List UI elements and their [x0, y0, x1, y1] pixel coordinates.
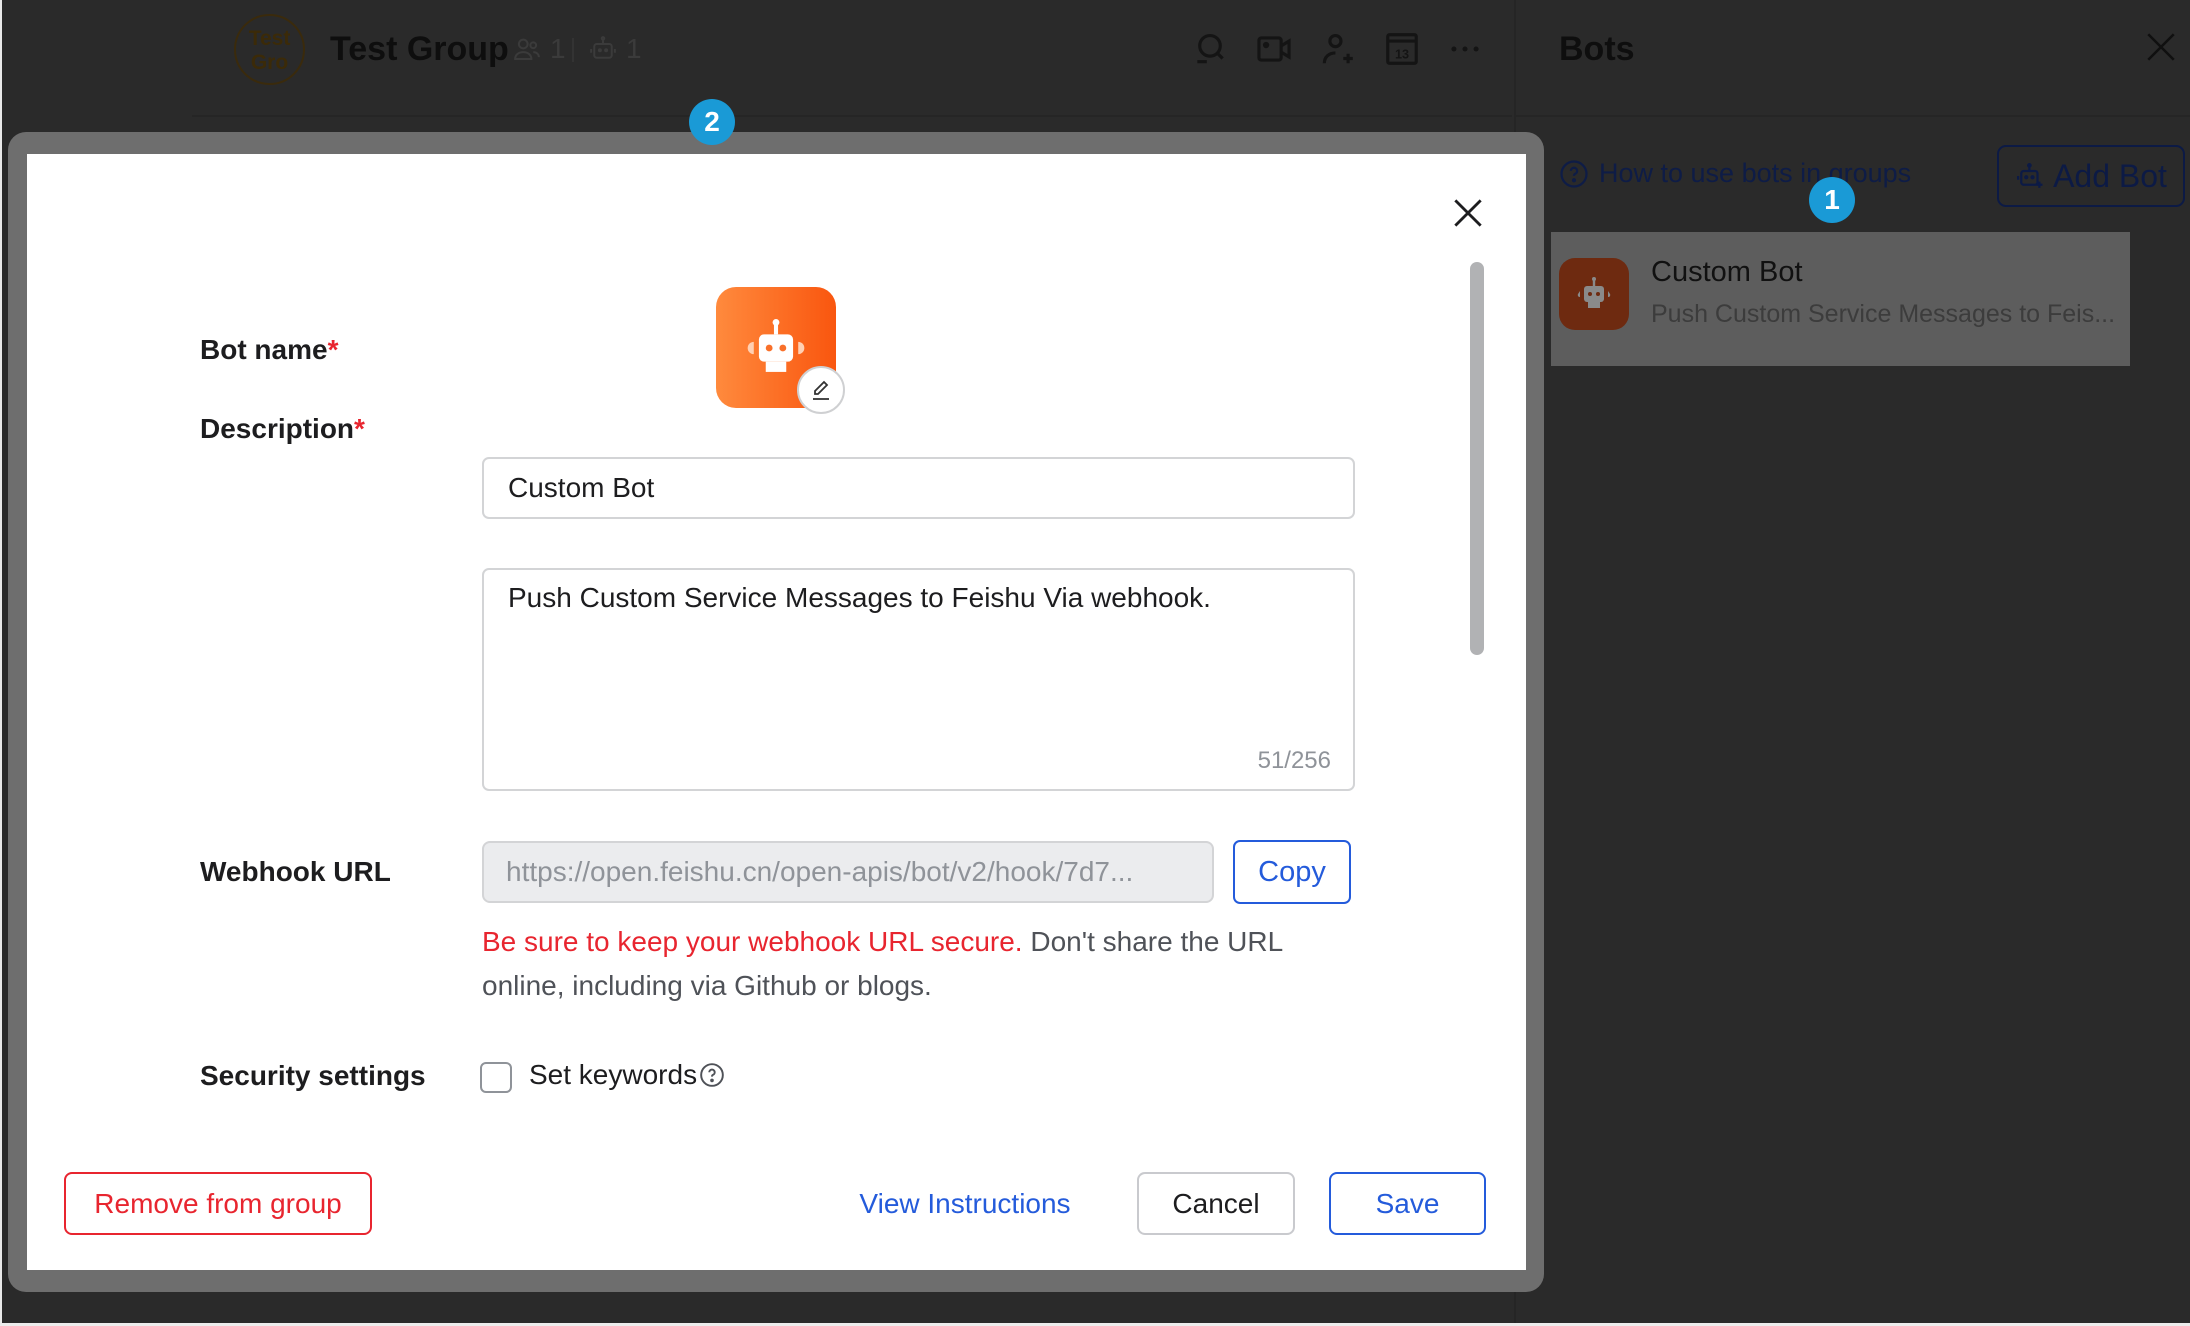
character-counter: 51/256 — [1257, 747, 1331, 774]
add-bot-button[interactable]: Add Bot — [1997, 145, 2185, 207]
group-title[interactable]: Test Group — [330, 30, 509, 69]
help-link[interactable]: How to use bots in groups — [1559, 158, 1911, 189]
description-textarea[interactable]: Push Custom Service Messages to Feishu V… — [482, 568, 1355, 791]
group-avatar[interactable]: Test Gro — [234, 14, 305, 85]
save-button[interactable]: Save — [1329, 1172, 1486, 1235]
bot-avatar-icon — [1559, 258, 1629, 330]
bot-item-description: Push Custom Service Messages to Feis... — [1651, 300, 2116, 328]
chat-header: Test Gro Test Group 1 1 13 — [192, 0, 1512, 117]
webhook-warning: Be sure to keep your webhook URL secure.… — [482, 920, 1362, 1008]
bots-panel-title: Bots — [1559, 30, 1635, 68]
member-count-value: 1 — [550, 33, 566, 64]
more-icon[interactable] — [1446, 30, 1484, 68]
bot-name-label: Bot name* — [200, 334, 338, 366]
cancel-button[interactable]: Cancel — [1137, 1172, 1295, 1235]
calendar-day: 13 — [1395, 48, 1409, 62]
help-link-label: How to use bots in groups — [1599, 158, 1912, 188]
bot-count[interactable]: 1 — [588, 33, 642, 65]
add-bot-icon — [2017, 163, 2043, 188]
webhook-url-field[interactable]: https://open.feishu.cn/open-apis/bot/v2/… — [482, 841, 1214, 903]
bot-list-item[interactable]: Custom Bot Push Custom Service Messages … — [1551, 232, 2130, 366]
close-icon[interactable] — [2144, 30, 2178, 64]
set-keywords-option[interactable]: Set keywords — [529, 1059, 725, 1091]
bot-name-input[interactable] — [482, 457, 1355, 519]
view-instructions-link[interactable]: View Instructions — [852, 1172, 1078, 1235]
annotation-badge-1: 1 — [1809, 177, 1855, 223]
bot-icon — [590, 36, 616, 59]
search-icon[interactable] — [1191, 30, 1229, 68]
description-label-text: Description — [200, 413, 355, 444]
add-bot-label: Add Bot — [2053, 157, 2167, 194]
modal-close-icon[interactable] — [1449, 194, 1487, 232]
app-screen: Test Gro Test Group 1 1 13 Bots How to u… — [0, 0, 2190, 1326]
bots-panel-header: Bots — [1516, 0, 2190, 117]
security-settings-label: Security settings — [200, 1060, 426, 1091]
webhook-url-label: Webhook URL — [200, 856, 391, 887]
description-value: Push Custom Service Messages to Feishu V… — [508, 582, 1211, 613]
required-mark: * — [354, 413, 365, 444]
video-call-icon[interactable] — [1255, 30, 1293, 68]
required-mark: * — [327, 334, 339, 365]
description-label: Description* — [200, 413, 365, 445]
edit-avatar-button[interactable] — [797, 366, 845, 414]
remove-from-group-button[interactable]: Remove from group — [64, 1172, 372, 1235]
bot-settings-modal: Bot name* Description* Push Custom Servi… — [27, 154, 1526, 1270]
webhook-warning-emphasis: Be sure to keep your webhook URL secure. — [482, 926, 1023, 957]
modal-scrollbar[interactable] — [1470, 262, 1484, 655]
bot-count-value: 1 — [626, 33, 642, 64]
bot-name-label-text: Bot name — [200, 334, 328, 365]
set-keywords-checkbox[interactable] — [480, 1062, 512, 1093]
annotation-badge-2: 2 — [689, 99, 735, 145]
help-icon — [1560, 159, 1588, 188]
pencil-icon — [813, 380, 829, 400]
set-keywords-label: Set keywords — [529, 1059, 698, 1090]
bot-item-name: Custom Bot — [1651, 256, 1803, 288]
member-count[interactable]: 1 — [512, 33, 566, 65]
add-member-icon[interactable] — [1318, 30, 1356, 68]
members-icon — [514, 38, 540, 60]
meta-divider — [572, 38, 574, 62]
calendar-icon[interactable]: 13 — [1383, 30, 1421, 68]
copy-button[interactable]: Copy — [1233, 840, 1351, 904]
help-icon[interactable] — [699, 1062, 725, 1088]
